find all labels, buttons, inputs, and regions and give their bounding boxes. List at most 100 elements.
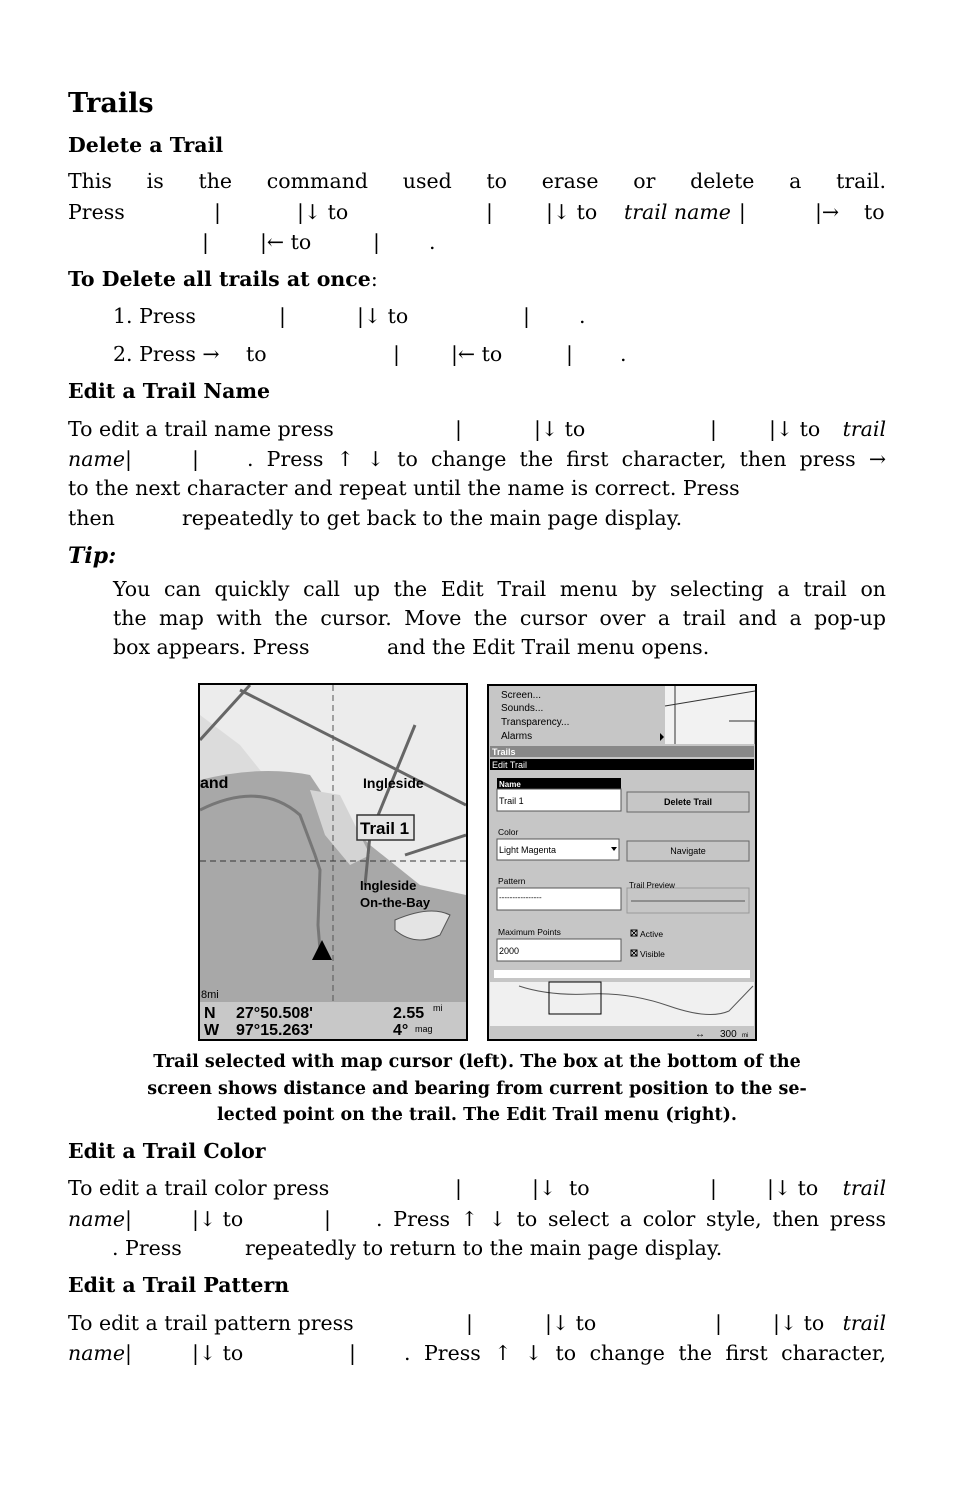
text: |↓ to <box>769 417 821 441</box>
text: | <box>710 417 717 441</box>
navigate-label: Navigate <box>670 846 706 856</box>
figure-caption: Trail selected with map cursor (left). T… <box>153 1052 801 1072</box>
map-label: and <box>200 775 228 792</box>
lon-dir: W <box>204 1022 220 1039</box>
page-title: Trails <box>68 88 154 119</box>
bearing-unit: mag <box>415 1024 433 1034</box>
pattern-value: ---------------- <box>499 893 542 902</box>
distance: 2.55 <box>393 1005 424 1022</box>
edit-trail-screenshot: Screen... Sounds... Transparency... Alar… <box>487 684 757 1041</box>
text: name <box>68 1341 125 1365</box>
text: . Press ↑ ↓ to change the first characte… <box>247 447 886 471</box>
map-label: Ingleside <box>363 775 424 791</box>
text: | <box>455 1176 462 1200</box>
name-label: Name <box>499 780 521 789</box>
text: | <box>125 447 132 471</box>
text: |↓ to <box>546 200 598 224</box>
scale-arrow-icon: ↔ <box>695 1029 705 1039</box>
text: | <box>738 200 746 224</box>
bearing: 4° <box>393 1022 408 1039</box>
menu-item-screen[interactable]: Screen... <box>501 690 541 701</box>
text: | <box>523 304 530 328</box>
text: . Press ↑ ↓ to select a color style, the… <box>376 1207 886 1231</box>
text: | <box>279 304 286 328</box>
text: the map with the cursor. Move the cursor… <box>113 606 886 630</box>
text: |← to <box>260 230 312 254</box>
text: | <box>214 200 221 224</box>
text: to the next character and repeat until t… <box>68 476 740 500</box>
text: | <box>393 342 400 366</box>
text: . <box>579 304 586 328</box>
delete-text-line: This is the command used to erase or del… <box>68 169 886 193</box>
heading-edit-name: Edit a Trail Name <box>68 379 271 403</box>
text: | <box>192 447 199 471</box>
heading-text: To Delete all trails at once <box>68 267 371 291</box>
text: You can quickly call up the Edit Trail m… <box>113 577 886 601</box>
tip-label: Tip: <box>68 543 117 569</box>
text: trail <box>842 417 886 441</box>
text: | <box>125 1341 132 1365</box>
step-2: 2. Press → <box>113 342 220 366</box>
text: trail <box>842 1176 886 1200</box>
text: |↓ to <box>545 1311 597 1335</box>
map-label: Ingleside <box>360 878 416 893</box>
text: repeatedly to return to the main page di… <box>245 1236 723 1260</box>
text: |↓ to <box>773 1311 825 1335</box>
text: trail <box>842 1311 886 1335</box>
heading-edit-pattern: Edit a Trail Pattern <box>68 1273 290 1297</box>
text: to <box>569 1176 590 1200</box>
text: | <box>324 1207 331 1231</box>
text: | <box>125 1207 132 1231</box>
text: and the Edit Trail menu opens. <box>387 635 710 659</box>
text: To edit a trail pattern press <box>68 1311 354 1335</box>
trail-popup-label: Trail 1 <box>360 819 409 838</box>
text: |↓ to <box>767 1176 819 1200</box>
step-1: 1. Press <box>113 304 196 328</box>
text: | <box>710 1176 717 1200</box>
text: |↓ to <box>192 1341 244 1365</box>
menu-item-alarms[interactable]: Alarms <box>501 731 532 742</box>
text: |→ <box>815 200 840 224</box>
trails-bar[interactable]: Trails <box>492 747 516 757</box>
map-scale: 300 <box>720 1029 737 1039</box>
text: : <box>370 267 378 291</box>
lat-dir: N <box>204 1005 216 1022</box>
text: | <box>566 342 573 366</box>
trail-preview-label: Trail Preview <box>629 881 675 890</box>
distance-unit: mi <box>433 1003 443 1013</box>
text: | <box>349 1341 356 1365</box>
text: . Press <box>112 1236 182 1260</box>
map-scale: 8mi <box>201 989 219 1001</box>
figure-caption: screen shows distance and bearing from c… <box>147 1079 807 1099</box>
text: to <box>864 200 885 224</box>
text: . Press ↑ ↓ to change the first characte… <box>404 1341 886 1365</box>
text: | <box>486 200 493 224</box>
visible-label: Visible <box>640 949 665 959</box>
pattern-label: Pattern <box>498 876 526 886</box>
manual-page: Trails Delete a Trail This is the comman… <box>0 0 954 1487</box>
text: trail name | <box>624 199 746 225</box>
text: |↓ <box>532 1176 557 1200</box>
menu-item-sounds[interactable]: Sounds... <box>501 703 543 714</box>
text: To edit a trail color press <box>68 1176 330 1200</box>
text: |← to <box>451 342 503 366</box>
max-points-label: Maximum Points <box>498 927 561 937</box>
edit-trail-bar: Edit Trail <box>492 760 527 770</box>
text: to <box>246 342 267 366</box>
text: To edit a trail name press <box>68 417 334 441</box>
text: . <box>620 342 627 366</box>
figure-caption: lected point on the trail. The Edit Trai… <box>217 1105 737 1125</box>
longitude: 97°15.263' <box>236 1022 313 1039</box>
text: . <box>429 230 436 254</box>
max-points-value: 2000 <box>499 946 519 956</box>
menu-item-transparency[interactable]: Transparency... <box>501 717 569 728</box>
text: repeatedly to get back to the main page … <box>182 506 683 530</box>
heading-edit-color: Edit a Trail Color <box>68 1139 266 1163</box>
name-value: Trail 1 <box>499 796 524 806</box>
delete-trail-label: Delete Trail <box>664 797 712 807</box>
text: box appears. Press <box>113 635 310 659</box>
edit-trail-menu: Screen... Sounds... Transparency... Alar… <box>489 686 755 1039</box>
color-label: Color <box>498 827 518 837</box>
map-scale-unit: mi <box>742 1033 748 1039</box>
text: name <box>68 447 125 471</box>
